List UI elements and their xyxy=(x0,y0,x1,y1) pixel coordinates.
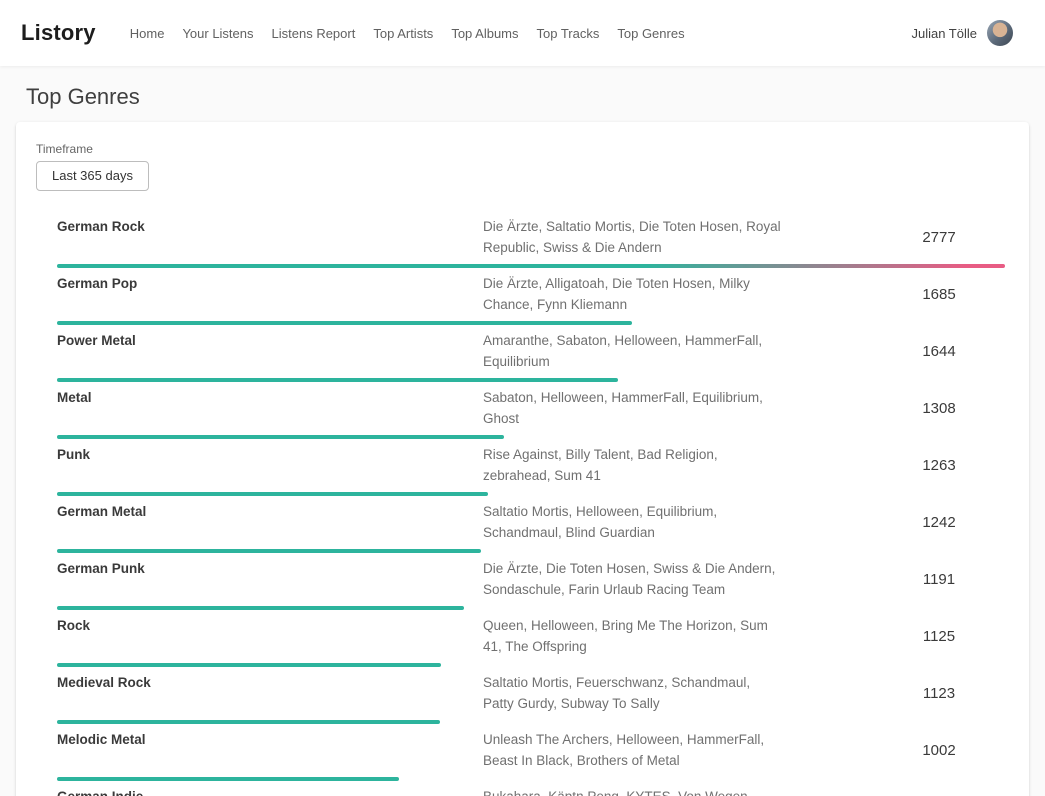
user-menu[interactable]: Julian Tölle xyxy=(911,20,1013,46)
nav-link-your-listens[interactable]: Your Listens xyxy=(182,26,253,41)
genre-artists: Rise Against, Billy Talent, Bad Religion… xyxy=(483,444,783,486)
genre-count: 1263 xyxy=(869,455,1009,476)
genre-name: Power Metal xyxy=(57,330,483,351)
nav-link-top-genres[interactable]: Top Genres xyxy=(617,26,684,41)
genre-count: 1685 xyxy=(869,284,1009,305)
genre-row: German Metal Saltatio Mortis, Helloween,… xyxy=(57,496,1009,553)
genre-artists: Bukahara, Käptn Peng, KYTES, Von Wegen L… xyxy=(483,786,783,796)
genre-row: Medieval Rock Saltatio Mortis, Feuerschw… xyxy=(57,667,1009,724)
genre-name: German Rock xyxy=(57,216,483,237)
nav-link-top-tracks[interactable]: Top Tracks xyxy=(537,26,600,41)
genre-row: Metal Sabaton, Helloween, HammerFall, Eq… xyxy=(57,382,1009,439)
genre-row: Power Metal Amaranthe, Sabaton, Hellowee… xyxy=(57,325,1009,382)
genre-count: 1002 xyxy=(869,740,1009,761)
app-logo[interactable]: Listory xyxy=(21,20,96,46)
page-title: Top Genres xyxy=(26,84,1045,110)
genre-artists: Saltatio Mortis, Helloween, Equilibrium,… xyxy=(483,501,783,543)
nav-links: Home Your Listens Listens Report Top Artist… xyxy=(112,26,685,41)
timeframe-filter: Timeframe Last 365 days xyxy=(36,142,1009,191)
genre-name: German Metal xyxy=(57,501,483,522)
genre-count: 1308 xyxy=(869,398,1009,419)
genre-name: Punk xyxy=(57,444,483,465)
genre-artists: Queen, Helloween, Bring Me The Horizon, … xyxy=(483,615,783,657)
genre-count: 1191 xyxy=(869,569,1009,590)
genre-row: Rock Queen, Helloween, Bring Me The Hori… xyxy=(57,610,1009,667)
genre-row: German Punk Die Ärzte, Die Toten Hosen, … xyxy=(57,553,1009,610)
genre-artists: Unleash The Archers, Helloween, HammerFa… xyxy=(483,729,783,771)
genre-artists: Die Ärzte, Alligatoah, Die Toten Hosen, … xyxy=(483,273,783,315)
genre-name: German Pop xyxy=(57,273,483,294)
timeframe-select[interactable]: Last 365 days xyxy=(36,161,149,191)
timeframe-label: Timeframe xyxy=(36,142,1009,156)
genre-name: German Punk xyxy=(57,558,483,579)
user-name: Julian Tölle xyxy=(911,26,977,41)
genre-row: Punk Rise Against, Billy Talent, Bad Rel… xyxy=(57,439,1009,496)
genre-artists: Sabaton, Helloween, HammerFall, Equilibr… xyxy=(483,387,783,429)
genre-row: German Rock Die Ärzte, Saltatio Mortis, … xyxy=(57,211,1009,268)
genre-count: 1242 xyxy=(869,512,1009,533)
genre-count: 1123 xyxy=(869,683,1009,704)
nav-link-top-albums[interactable]: Top Albums xyxy=(451,26,518,41)
main-content: Top Genres Timeframe Last 365 days Germa… xyxy=(0,84,1045,796)
genre-name: Medieval Rock xyxy=(57,672,483,693)
genre-name: Melodic Metal xyxy=(57,729,483,750)
genres-list: German Rock Die Ärzte, Saltatio Mortis, … xyxy=(57,211,1009,796)
genre-count: 1644 xyxy=(869,341,1009,362)
top-genres-card: Timeframe Last 365 days German Rock Die … xyxy=(16,122,1029,796)
genre-row: German Indie Bukahara, Käptn Peng, KYTES… xyxy=(57,781,1009,796)
top-nav: Listory Home Your Listens Listens Report To… xyxy=(0,0,1045,66)
genre-artists: Die Ärzte, Die Toten Hosen, Swiss & Die … xyxy=(483,558,783,600)
nav-link-top-artists[interactable]: Top Artists xyxy=(373,26,433,41)
genre-artists: Saltatio Mortis, Feuerschwanz, Schandmau… xyxy=(483,672,783,714)
genre-artists: Amaranthe, Sabaton, Helloween, HammerFal… xyxy=(483,330,783,372)
nav-left: Listory Home Your Listens Listens Report To… xyxy=(21,20,685,46)
genre-count: 1125 xyxy=(869,626,1009,647)
user-avatar xyxy=(987,20,1013,46)
genre-name: Metal xyxy=(57,387,483,408)
genre-name: German Indie xyxy=(57,786,483,796)
nav-link-listens-report[interactable]: Listens Report xyxy=(272,26,356,41)
genre-artists: Die Ärzte, Saltatio Mortis, Die Toten Ho… xyxy=(483,216,783,258)
genre-row: Melodic Metal Unleash The Archers, Hello… xyxy=(57,724,1009,781)
genre-name: Rock xyxy=(57,615,483,636)
genre-count: 2777 xyxy=(869,227,1009,248)
nav-link-home[interactable]: Home xyxy=(130,26,165,41)
genre-row: German Pop Die Ärzte, Alligatoah, Die To… xyxy=(57,268,1009,325)
